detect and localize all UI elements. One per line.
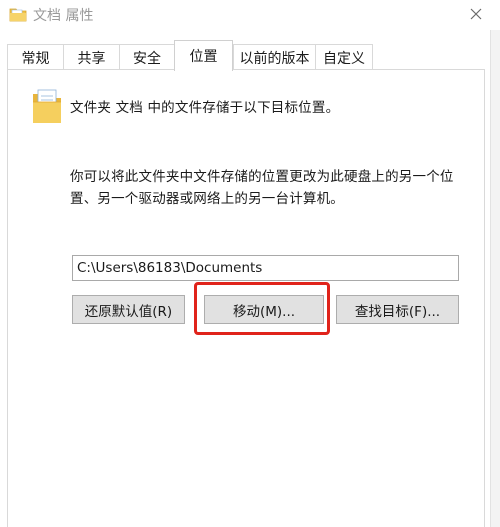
close-button[interactable]: [458, 0, 494, 28]
move-button[interactable]: 移动(M)...: [204, 295, 324, 324]
window-title: 文档 属性: [33, 8, 94, 24]
folder-icon: [9, 8, 27, 22]
location-intro-text: 文件夹 文档 中的文件存储于以下目标位置。: [70, 100, 340, 116]
background-window-edge: [490, 30, 500, 527]
tab-previous-versions[interactable]: 以前的版本: [233, 44, 316, 70]
location-description: 你可以将此文件夹中文件存储的位置更改为此硬盘上的另一个位置、另一个驱动器或网络上…: [70, 169, 454, 207]
location-path-input[interactable]: [72, 255, 459, 281]
tab-bar: 常规 共享 安全 位置 以前的版本 自定义: [0, 40, 490, 71]
location-panel: 文件夹 文档 中的文件存储于以下目标位置。 你可以将此文件夹中文件存储的位置更改…: [7, 69, 485, 527]
tab-customize[interactable]: 自定义: [315, 44, 373, 70]
tab-sharing[interactable]: 共享: [63, 44, 120, 70]
title-bar: 文档 属性: [0, 0, 500, 30]
tab-general[interactable]: 常规: [7, 44, 64, 70]
tab-security[interactable]: 安全: [119, 44, 175, 70]
tab-location[interactable]: 位置: [174, 40, 233, 71]
close-icon: [470, 8, 482, 20]
folder-icon: [33, 89, 61, 123]
find-target-button[interactable]: 查找目标(F)...: [336, 295, 459, 324]
restore-default-button[interactable]: 还原默认值(R): [72, 295, 185, 324]
